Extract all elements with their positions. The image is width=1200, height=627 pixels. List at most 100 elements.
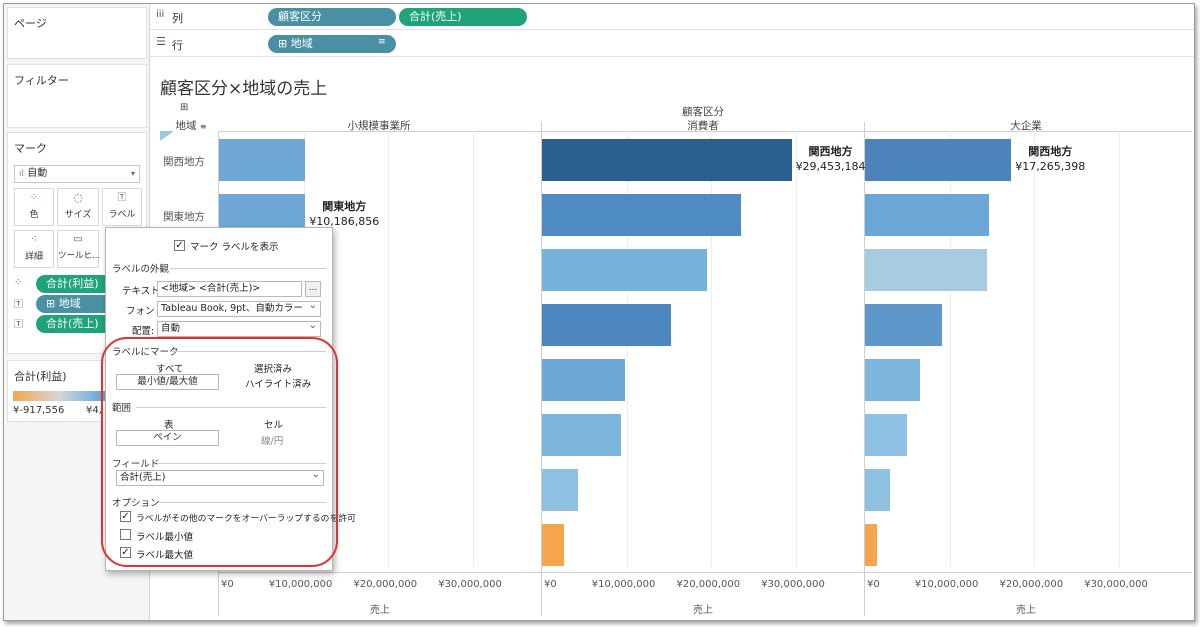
- option-line[interactable]: 線/円: [261, 433, 283, 447]
- bar-mark[interactable]: [865, 469, 890, 511]
- tooltip-label: ツールヒ...: [58, 251, 101, 261]
- detail-button[interactable]: ⁖ 詳細: [14, 230, 54, 268]
- bar-mark[interactable]: [542, 414, 621, 456]
- expand-icon: ⊞: [180, 102, 189, 113]
- row-header-label: 地域: [175, 120, 197, 132]
- row-label-0[interactable]: 関西地方: [150, 154, 218, 169]
- axis-tick-label: ¥30,000,000: [438, 579, 502, 590]
- bar-label-value: ¥17,265,398: [1015, 160, 1086, 173]
- option-pane[interactable]: ペイン: [116, 430, 219, 446]
- label-max-checkbox[interactable]: ✓: [120, 547, 131, 558]
- rows-shelf[interactable]: ☰ 行 ⊞ 地域 ≡: [150, 31, 1194, 57]
- column-pill-segment[interactable]: 顧客区分: [268, 8, 396, 26]
- bar-label-value: ¥29,453,184: [795, 160, 866, 173]
- text-edit-button[interactable]: ...: [305, 281, 321, 297]
- bar-mark[interactable]: [542, 249, 708, 291]
- bar-mark[interactable]: [219, 139, 306, 181]
- allow-overlap-checkbox[interactable]: ✓: [120, 511, 131, 522]
- size-icon: ◌: [73, 191, 83, 204]
- align-dropdown[interactable]: 自動: [157, 321, 321, 337]
- axis-tick-label: ¥20,000,000: [676, 579, 741, 590]
- axis-title: 売上: [693, 605, 713, 616]
- text-field[interactable]: <地域> <合計(売上)>: [157, 281, 302, 297]
- bar-mark[interactable]: [542, 194, 742, 236]
- tooltip-button[interactable]: ▭ ツールヒ...: [57, 230, 101, 268]
- axis-tick-label: ¥30,000,000: [1084, 579, 1148, 590]
- bar-mark[interactable]: [542, 139, 792, 181]
- label-min-checkbox[interactable]: [120, 529, 131, 540]
- options-title: オプション: [112, 498, 160, 509]
- bar-chart-icon: ıl: [19, 169, 25, 179]
- filters-card[interactable]: フィルター: [7, 64, 147, 128]
- option-minmax[interactable]: 最小値/最大値: [116, 374, 219, 390]
- marks-divider: [170, 351, 326, 352]
- axis-tick-label: ¥20,000,000: [353, 579, 418, 590]
- field-dropdown[interactable]: 合計(売上): [116, 470, 324, 486]
- field-value: 合計(売上): [120, 472, 166, 483]
- bar-mark[interactable]: [865, 304, 943, 346]
- tableau-window: ページ フィルター マーク ıl 自動 ▾ ⁘ 色 ◌ サイズ 🅃 ラベル ⁖ …: [3, 3, 1195, 621]
- option-pane-label: ペイン: [153, 432, 182, 443]
- axis-tick-label: ¥0: [221, 579, 234, 590]
- axis-tick-label: ¥0: [544, 579, 557, 590]
- appearance-divider: [170, 268, 326, 269]
- font-dropdown[interactable]: Tableau Book, 9pt、自動カラー: [157, 301, 321, 317]
- label-label: ラベル: [108, 210, 136, 220]
- gridline: [1034, 131, 1036, 567]
- option-all[interactable]: すべて: [156, 361, 183, 375]
- text-label-icon: 🅃: [117, 193, 127, 203]
- option-table[interactable]: 表: [164, 417, 174, 431]
- bar-data-label: 関東地方 ¥10,186,856: [309, 199, 379, 229]
- size-button[interactable]: ◌ サイズ: [57, 188, 99, 226]
- detail-label: 詳細: [24, 252, 43, 262]
- text-label-icon: 🅃: [14, 320, 24, 330]
- option-cell[interactable]: セル: [264, 417, 283, 431]
- legend-max: ¥4,: [86, 405, 102, 416]
- legend-min: ¥-917,556: [13, 405, 65, 416]
- bar-mark[interactable]: [865, 524, 877, 566]
- field-divider: [158, 463, 326, 464]
- bar-mark[interactable]: [865, 359, 921, 401]
- bar-mark[interactable]: [865, 139, 1012, 181]
- bar-mark[interactable]: [542, 524, 565, 566]
- detail-dots-icon: ⁖: [31, 234, 37, 245]
- options-divider: [158, 502, 326, 503]
- mark-type-dropdown[interactable]: ıl 自動 ▾: [14, 165, 140, 183]
- bar-mark[interactable]: [542, 359, 626, 401]
- tooltip-icon: ▭: [73, 234, 83, 245]
- row-pill-region[interactable]: ⊞ 地域: [268, 35, 396, 53]
- marks-title: マーク: [14, 142, 47, 155]
- option-highlighted[interactable]: ハイライト済み: [245, 376, 311, 390]
- column-pill-sales[interactable]: 合計(売上): [399, 8, 527, 26]
- size-label: サイズ: [64, 210, 92, 220]
- color-button[interactable]: ⁘ 色: [14, 188, 54, 226]
- align-label: 配置:: [132, 326, 155, 337]
- header-top: 顧客区分: [682, 106, 724, 118]
- bar-mark[interactable]: [865, 194, 989, 236]
- scope-title: 範囲: [112, 403, 132, 414]
- bar-data-label: 関西地方 ¥17,265,398: [1015, 144, 1085, 174]
- align-value: 自動: [161, 323, 181, 334]
- bar-mark[interactable]: [865, 414, 908, 456]
- field-title: フィールド: [112, 459, 160, 470]
- axis-tick-label: ¥10,000,000: [591, 579, 656, 590]
- view-title: 顧客区分×地域の売上: [160, 79, 328, 99]
- bar-label-region: 関西地方: [1028, 145, 1073, 158]
- label-button[interactable]: 🅃 ラベル: [102, 188, 142, 226]
- legend-title: 合計(利益): [14, 370, 67, 383]
- text-label-icon: 🅃: [14, 300, 24, 310]
- bar-mark[interactable]: [542, 469, 579, 511]
- axis-tick-label: ¥20,000,000: [999, 579, 1064, 590]
- bar-mark[interactable]: [865, 249, 988, 291]
- option-selected[interactable]: 選択済み: [254, 361, 292, 375]
- label-min-label: ラベル最小値: [136, 532, 194, 543]
- columns-shelf[interactable]: iii 列 顧客区分 合計(売上): [150, 4, 1194, 30]
- gridline: [473, 131, 475, 567]
- row-label-1[interactable]: 関東地方: [150, 209, 218, 224]
- pages-card[interactable]: ページ: [7, 7, 147, 59]
- show-labels-checkbox[interactable]: ✓: [174, 240, 185, 251]
- rows-label: 行: [172, 39, 183, 52]
- columns-label: 列: [172, 12, 183, 25]
- bar-mark[interactable]: [542, 304, 671, 346]
- axis-tick-label: ¥30,000,000: [761, 579, 825, 590]
